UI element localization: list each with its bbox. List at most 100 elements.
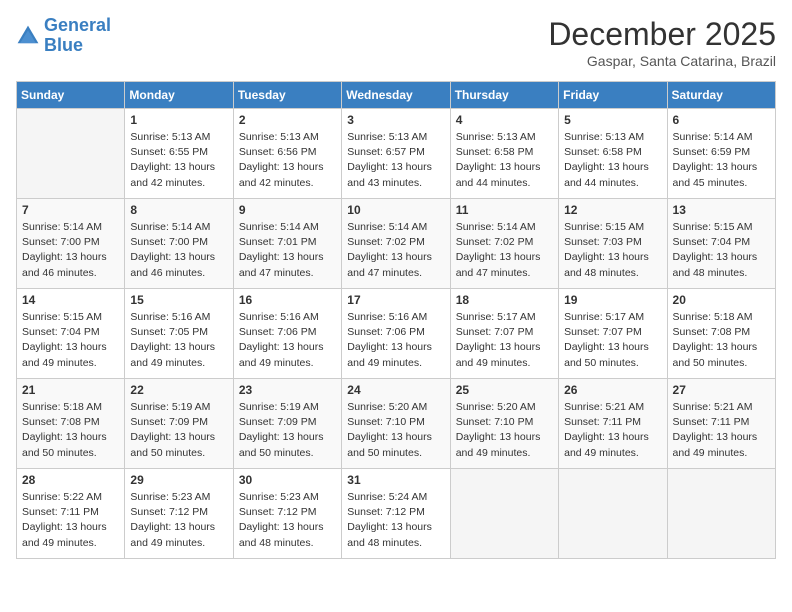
day-number: 12 xyxy=(564,203,661,217)
month-title: December 2025 xyxy=(548,16,776,53)
day-info: Sunrise: 5:14 AM Sunset: 7:01 PM Dayligh… xyxy=(239,220,336,281)
day-cell: 17 Sunrise: 5:16 AM Sunset: 7:06 PM Dayli… xyxy=(342,289,450,379)
day-number: 3 xyxy=(347,113,444,127)
day-number: 2 xyxy=(239,113,336,127)
day-info: Sunrise: 5:13 AM Sunset: 6:58 PM Dayligh… xyxy=(456,130,553,191)
day-info: Sunrise: 5:14 AM Sunset: 6:59 PM Dayligh… xyxy=(673,130,770,191)
day-info: Sunrise: 5:16 AM Sunset: 7:05 PM Dayligh… xyxy=(130,310,227,371)
week-row-2: 7 Sunrise: 5:14 AM Sunset: 7:00 PM Daylig… xyxy=(17,199,776,289)
day-cell: 4Sunrise: 5:13 AM Sunset: 6:58 PM Daylig… xyxy=(450,109,558,199)
day-cell: 25 Sunrise: 5:20 AM Sunset: 7:10 PM Dayli… xyxy=(450,379,558,469)
day-info: Sunrise: 5:24 AM Sunset: 7:12 PM Dayligh… xyxy=(347,490,444,551)
day-info: Sunrise: 5:14 AM Sunset: 7:00 PM Dayligh… xyxy=(22,220,119,281)
day-number: 30 xyxy=(239,473,336,487)
day-cell: 15 Sunrise: 5:16 AM Sunset: 7:05 PM Dayli… xyxy=(125,289,233,379)
logo-text: General Blue xyxy=(44,16,111,56)
day-cell: 26 Sunrise: 5:21 AM Sunset: 7:11 PM Dayli… xyxy=(559,379,667,469)
day-info: Sunrise: 5:15 AM Sunset: 7:04 PM Dayligh… xyxy=(673,220,770,281)
day-info: Sunrise: 5:23 AM Sunset: 7:12 PM Dayligh… xyxy=(130,490,227,551)
day-cell: 23Sunrise: 5:19 AM Sunset: 7:09 PM Dayli… xyxy=(233,379,341,469)
day-number: 19 xyxy=(564,293,661,307)
title-block: December 2025 Gaspar, Santa Catarina, Br… xyxy=(548,16,776,69)
calendar-table: SundayMondayTuesdayWednesdayThursdayFrid… xyxy=(16,81,776,559)
day-cell: 16 Sunrise: 5:16 AM Sunset: 7:06 PM Dayli… xyxy=(233,289,341,379)
day-info: Sunrise: 5:20 AM Sunset: 7:10 PM Dayligh… xyxy=(456,400,553,461)
day-info: Sunrise: 5:21 AM Sunset: 7:11 PM Dayligh… xyxy=(673,400,770,461)
day-number: 21 xyxy=(22,383,119,397)
day-number: 8 xyxy=(130,203,227,217)
day-cell: 30Sunrise: 5:23 AM Sunset: 7:12 PM Dayli… xyxy=(233,469,341,559)
day-info: Sunrise: 5:13 AM Sunset: 6:58 PM Dayligh… xyxy=(564,130,661,191)
day-number: 28 xyxy=(22,473,119,487)
day-cell: 14 Sunrise: 5:15 AM Sunset: 7:04 PM Dayli… xyxy=(17,289,125,379)
day-cell: 13 Sunrise: 5:15 AM Sunset: 7:04 PM Dayli… xyxy=(667,199,775,289)
day-info: Sunrise: 5:21 AM Sunset: 7:11 PM Dayligh… xyxy=(564,400,661,461)
day-number: 14 xyxy=(22,293,119,307)
day-info: Sunrise: 5:20 AM Sunset: 7:10 PM Dayligh… xyxy=(347,400,444,461)
day-cell: 10 Sunrise: 5:14 AM Sunset: 7:02 PM Dayli… xyxy=(342,199,450,289)
day-info: Sunrise: 5:15 AM Sunset: 7:03 PM Dayligh… xyxy=(564,220,661,281)
week-row-5: 28 Sunrise: 5:22 AM Sunset: 7:11 PM Dayli… xyxy=(17,469,776,559)
col-header-thursday: Thursday xyxy=(450,82,558,109)
week-row-4: 21Sunrise: 5:18 AM Sunset: 7:08 PM Dayli… xyxy=(17,379,776,469)
day-cell: 29 Sunrise: 5:23 AM Sunset: 7:12 PM Dayli… xyxy=(125,469,233,559)
logo-icon xyxy=(16,24,40,48)
day-number: 17 xyxy=(347,293,444,307)
col-header-friday: Friday xyxy=(559,82,667,109)
day-number: 20 xyxy=(673,293,770,307)
day-number: 15 xyxy=(130,293,227,307)
day-number: 27 xyxy=(673,383,770,397)
day-number: 31 xyxy=(347,473,444,487)
day-cell: 18Sunrise: 5:17 AM Sunset: 7:07 PM Dayli… xyxy=(450,289,558,379)
day-number: 25 xyxy=(456,383,553,397)
day-number: 16 xyxy=(239,293,336,307)
day-info: Sunrise: 5:14 AM Sunset: 7:00 PM Dayligh… xyxy=(130,220,227,281)
day-info: Sunrise: 5:17 AM Sunset: 7:07 PM Dayligh… xyxy=(456,310,553,371)
day-info: Sunrise: 5:13 AM Sunset: 6:56 PM Dayligh… xyxy=(239,130,336,191)
col-header-wednesday: Wednesday xyxy=(342,82,450,109)
day-cell xyxy=(450,469,558,559)
day-cell: 24Sunrise: 5:20 AM Sunset: 7:10 PM Dayli… xyxy=(342,379,450,469)
day-cell: 31 Sunrise: 5:24 AM Sunset: 7:12 PM Dayli… xyxy=(342,469,450,559)
day-number: 9 xyxy=(239,203,336,217)
day-number: 13 xyxy=(673,203,770,217)
day-number: 29 xyxy=(130,473,227,487)
day-cell: 9 Sunrise: 5:14 AM Sunset: 7:01 PM Daylig… xyxy=(233,199,341,289)
day-cell xyxy=(667,469,775,559)
day-number: 1 xyxy=(130,113,227,127)
day-info: Sunrise: 5:13 AM Sunset: 6:55 PM Dayligh… xyxy=(130,130,227,191)
day-cell xyxy=(17,109,125,199)
day-cell xyxy=(559,469,667,559)
day-cell: 8 Sunrise: 5:14 AM Sunset: 7:00 PM Daylig… xyxy=(125,199,233,289)
col-header-saturday: Saturday xyxy=(667,82,775,109)
day-number: 26 xyxy=(564,383,661,397)
day-info: Sunrise: 5:16 AM Sunset: 7:06 PM Dayligh… xyxy=(239,310,336,371)
day-info: Sunrise: 5:14 AM Sunset: 7:02 PM Dayligh… xyxy=(347,220,444,281)
day-number: 6 xyxy=(673,113,770,127)
day-cell: 22 Sunrise: 5:19 AM Sunset: 7:09 PM Dayli… xyxy=(125,379,233,469)
day-info: Sunrise: 5:15 AM Sunset: 7:04 PM Dayligh… xyxy=(22,310,119,371)
day-number: 10 xyxy=(347,203,444,217)
day-info: Sunrise: 5:22 AM Sunset: 7:11 PM Dayligh… xyxy=(22,490,119,551)
col-header-sunday: Sunday xyxy=(17,82,125,109)
col-header-monday: Monday xyxy=(125,82,233,109)
logo: General Blue xyxy=(16,16,111,56)
day-number: 22 xyxy=(130,383,227,397)
day-cell: 1 Sunrise: 5:13 AM Sunset: 6:55 PM Daylig… xyxy=(125,109,233,199)
day-cell: 5Sunrise: 5:13 AM Sunset: 6:58 PM Daylig… xyxy=(559,109,667,199)
day-info: Sunrise: 5:17 AM Sunset: 7:07 PM Dayligh… xyxy=(564,310,661,371)
day-info: Sunrise: 5:13 AM Sunset: 6:57 PM Dayligh… xyxy=(347,130,444,191)
page-header: General Blue December 2025 Gaspar, Santa… xyxy=(16,16,776,69)
day-info: Sunrise: 5:16 AM Sunset: 7:06 PM Dayligh… xyxy=(347,310,444,371)
day-number: 7 xyxy=(22,203,119,217)
day-cell: 6 Sunrise: 5:14 AM Sunset: 6:59 PM Daylig… xyxy=(667,109,775,199)
day-info: Sunrise: 5:18 AM Sunset: 7:08 PM Dayligh… xyxy=(673,310,770,371)
day-cell: 12 Sunrise: 5:15 AM Sunset: 7:03 PM Dayli… xyxy=(559,199,667,289)
day-number: 11 xyxy=(456,203,553,217)
day-cell: 20 Sunrise: 5:18 AM Sunset: 7:08 PM Dayli… xyxy=(667,289,775,379)
day-info: Sunrise: 5:19 AM Sunset: 7:09 PM Dayligh… xyxy=(239,400,336,461)
day-info: Sunrise: 5:14 AM Sunset: 7:02 PM Dayligh… xyxy=(456,220,553,281)
day-cell: 19 Sunrise: 5:17 AM Sunset: 7:07 PM Dayli… xyxy=(559,289,667,379)
day-info: Sunrise: 5:19 AM Sunset: 7:09 PM Dayligh… xyxy=(130,400,227,461)
day-cell: 21Sunrise: 5:18 AM Sunset: 7:08 PM Dayli… xyxy=(17,379,125,469)
